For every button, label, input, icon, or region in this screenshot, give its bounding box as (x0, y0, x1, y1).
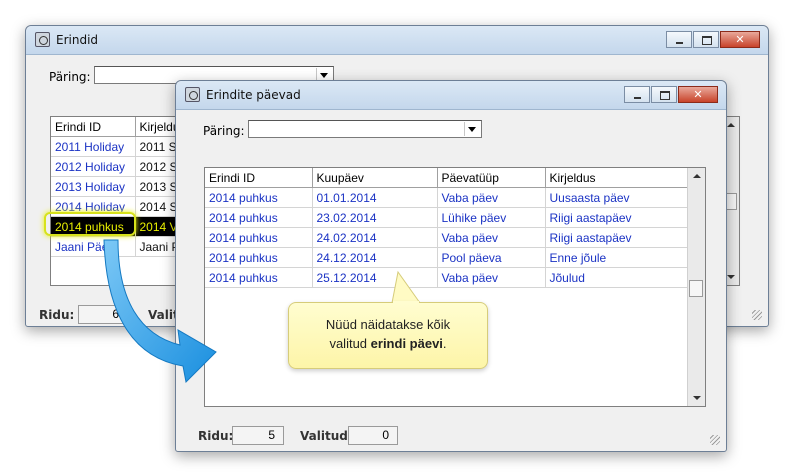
column-header[interactable]: Kirjeldus (545, 168, 689, 188)
table-row[interactable]: 2011 Holiday 2011 St (51, 136, 192, 157)
cell-type[interactable]: Vaba päev (437, 267, 546, 288)
front-table-header: Erindi ID Kuupäev Päevatüüp Kirjeldus (205, 168, 689, 188)
cell-id[interactable]: 2014 puhkus (205, 247, 313, 268)
back-window-controls (666, 31, 760, 49)
cell-desc[interactable]: Riigi aastapäev (545, 207, 689, 228)
cell-type[interactable]: Lühike päev (437, 207, 546, 228)
callout-line2-suffix: . (442, 336, 447, 351)
cell-id[interactable]: 2014 puhkus (205, 267, 313, 288)
maximize-icon[interactable] (693, 31, 719, 48)
cell-type[interactable]: Vaba päev (437, 187, 546, 208)
resize-grip-icon[interactable] (750, 308, 762, 320)
back-query-label: Päring: (49, 70, 91, 84)
front-selected-label: Valitud: (300, 429, 353, 443)
callout-pointer-join (393, 301, 419, 304)
minimize-icon[interactable] (666, 31, 692, 48)
resize-grip-icon[interactable] (708, 433, 720, 445)
column-header[interactable]: Erindi ID (205, 168, 313, 188)
cell-date[interactable]: 24.12.2014 (312, 247, 438, 268)
back-window-titlebar[interactable]: Erindid (26, 26, 768, 55)
cell-date[interactable]: 23.02.2014 (312, 207, 438, 228)
table-row[interactable]: 2014 puhkus 24.12.2014 Pool päeva Enne j… (205, 247, 689, 268)
callout-line2: valitud erindi päevi. (289, 334, 487, 353)
front-query-label: Päring: (203, 124, 245, 138)
callout-line2-prefix: valitud (329, 336, 371, 351)
table-row[interactable]: 2014 puhkus 01.01.2014 Vaba päev Uusaast… (205, 187, 689, 208)
close-icon[interactable] (720, 31, 760, 48)
back-rows-count: 6 (78, 305, 128, 324)
back-window-title: Erindid (56, 33, 99, 47)
table-row[interactable]: 2014 puhkus 25.12.2014 Vaba päev Jõulud (205, 267, 689, 288)
close-icon[interactable] (678, 86, 718, 103)
front-selected-count: 0 (348, 426, 398, 445)
cell-desc[interactable]: Riigi aastapäev (545, 227, 689, 248)
cell-type[interactable]: Pool päeva (437, 247, 546, 268)
front-rows-count: 5 (232, 426, 284, 445)
window-icon (35, 32, 50, 47)
cell-id[interactable]: 2012 Holiday (51, 156, 136, 177)
front-query-combo[interactable] (248, 120, 482, 138)
front-table: Erindi ID Kuupäev Päevatüüp Kirjeldus 20… (205, 168, 689, 288)
minimize-icon[interactable] (624, 86, 650, 103)
scroll-up-icon[interactable] (688, 168, 705, 185)
back-table-header: Erindi ID Kirjeldus (51, 117, 192, 137)
window-icon (185, 87, 200, 102)
front-grid: Erindi ID Kuupäev Päevatüüp Kirjeldus 20… (204, 167, 706, 407)
table-row[interactable]: 2013 Holiday 2013 St (51, 176, 192, 197)
cell-id[interactable]: 2014 puhkus (205, 207, 313, 228)
back-rows-label: Ridu: (39, 308, 75, 322)
cell-id[interactable]: 2014 puhkus (205, 227, 313, 248)
scroll-down-icon[interactable] (688, 389, 705, 406)
cell-desc[interactable]: Jõulud (545, 267, 689, 288)
front-window: Erindite päevad Päring: Erindi ID Kuupäe… (175, 80, 727, 452)
cell-id[interactable]: 2013 Holiday (51, 176, 136, 197)
front-rows-label: Ridu: (198, 429, 234, 443)
front-vertical-scrollbar[interactable] (687, 168, 705, 406)
selection-highlight (44, 212, 136, 236)
cell-id[interactable]: 2011 Holiday (51, 136, 136, 157)
column-header[interactable]: Erindi ID (51, 117, 136, 137)
front-window-controls (624, 86, 718, 104)
cell-type[interactable]: Vaba päev (437, 227, 546, 248)
cell-id[interactable]: 2014 puhkus (205, 187, 313, 208)
cell-id[interactable]: Jaani Päev (51, 236, 136, 257)
cell-date[interactable]: 24.02.2014 (312, 227, 438, 248)
callout-line1: Nüüd näidatakse kõik (325, 317, 451, 332)
table-row[interactable]: Jaani Päev Jaani P (51, 236, 192, 257)
cell-desc[interactable]: Enne jõule (545, 247, 689, 268)
column-header[interactable]: Kuupäev (312, 168, 438, 188)
table-row[interactable]: 2014 puhkus 23.02.2014 Lühike päev Riigi… (205, 207, 689, 228)
back-table: Erindi ID Kirjeldus 2011 Holiday 2011 St… (51, 117, 192, 257)
maximize-icon[interactable] (651, 86, 677, 103)
dropdown-arrow-icon[interactable] (464, 122, 479, 136)
table-row[interactable]: 2014 puhkus 24.02.2014 Vaba päev Riigi a… (205, 227, 689, 248)
front-window-title: Erindite päevad (206, 88, 301, 102)
cell-date[interactable]: 01.01.2014 (312, 187, 438, 208)
cell-desc[interactable]: Uusaasta päev (545, 187, 689, 208)
table-row[interactable]: 2012 Holiday 2012 St (51, 156, 192, 177)
front-window-titlebar[interactable]: Erindite päevad (176, 81, 726, 110)
callout: Nüüd näidatakse kõik valitud erindi päev… (288, 302, 488, 369)
scroll-thumb[interactable] (689, 280, 703, 297)
callout-line2-bold: erindi päevi (370, 336, 443, 351)
cell-date[interactable]: 25.12.2014 (312, 267, 438, 288)
column-header[interactable]: Päevatüüp (437, 168, 546, 188)
